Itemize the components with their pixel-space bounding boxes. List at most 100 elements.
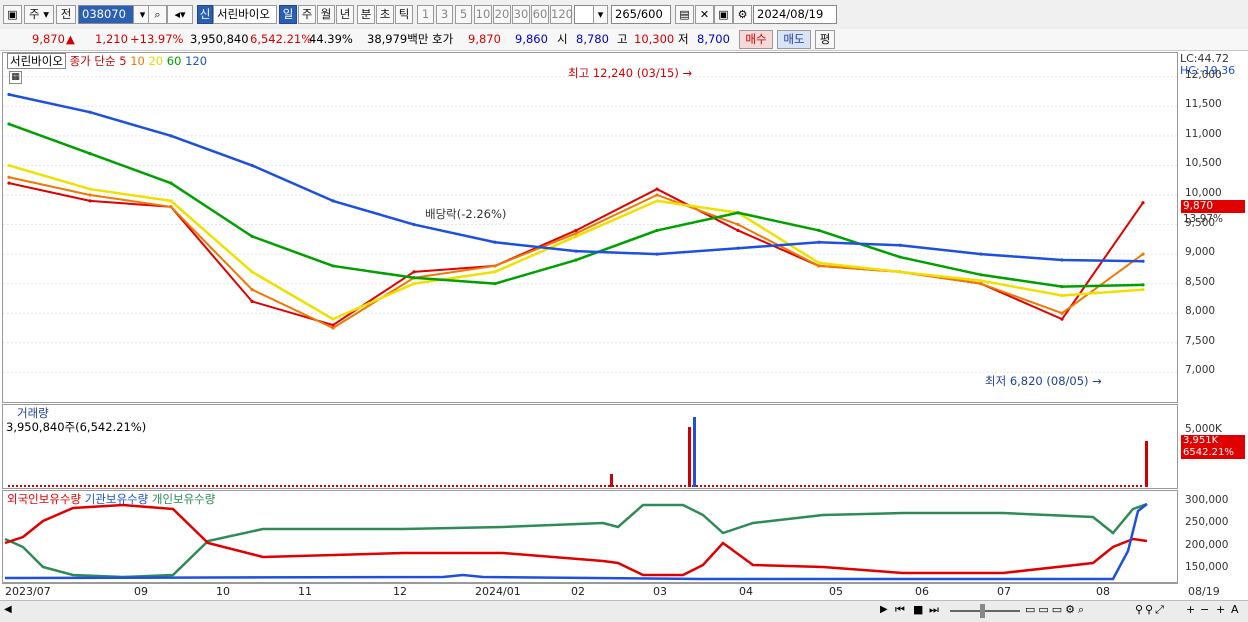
- volume-spike: [688, 427, 691, 487]
- first-icon[interactable]: ⏮: [895, 603, 905, 617]
- minute-5-button[interactable]: 5: [455, 5, 472, 24]
- low-label: 저: [678, 32, 689, 46]
- date-label: 03: [653, 585, 667, 598]
- menu-icon[interactable]: ▣: [3, 5, 22, 24]
- volume-bar: [952, 485, 954, 487]
- date-label: 12: [393, 585, 407, 598]
- minute-120-button[interactable]: 120: [550, 5, 573, 24]
- save-icon[interactable]: ▣: [714, 5, 733, 24]
- volume-bar: [788, 485, 790, 487]
- volume-bar: [980, 485, 982, 487]
- ma5-point: [250, 299, 254, 304]
- ma20-legend: 20: [148, 54, 164, 68]
- volume-bar: [560, 485, 562, 487]
- scroll-right-icon[interactable]: ▶: [880, 604, 888, 615]
- up-arrow-icon: ▲: [66, 32, 75, 46]
- grid-toggle-icon[interactable]: ▦: [9, 71, 22, 84]
- period-second-tab[interactable]: 초: [376, 5, 394, 24]
- type2-button[interactable]: 전: [56, 5, 76, 24]
- volume-chart-svg[interactable]: [3, 405, 1177, 488]
- type-select[interactable]: 주 ▾: [24, 5, 54, 24]
- minute-20-button[interactable]: 20: [493, 5, 511, 24]
- ma10-point: [250, 287, 254, 292]
- volume-bar: [32, 485, 34, 487]
- volume-bar: [696, 485, 698, 487]
- text-size-icon[interactable]: A: [1231, 603, 1239, 616]
- holdings-pane[interactable]: 외국인보유수량 기관보유수량 개인보유수량: [2, 490, 1178, 583]
- minute-60-button[interactable]: 60: [531, 5, 549, 24]
- count-field[interactable]: 265/600: [611, 5, 671, 24]
- zoom-in-icon[interactable]: +: [1186, 603, 1195, 616]
- volume-bar: [908, 485, 910, 487]
- type-label: 주: [28, 7, 40, 21]
- period-minute-tab[interactable]: 분: [357, 5, 375, 24]
- volume-bar: [112, 485, 114, 487]
- volume-bar: [376, 485, 378, 487]
- zoom-slider-handle[interactable]: [980, 604, 985, 618]
- period-day-tab[interactable]: 일: [279, 5, 297, 24]
- volume-bar: [48, 485, 50, 487]
- ma120-point: [1141, 259, 1145, 263]
- volume-bar: [92, 485, 94, 487]
- zoom-plus-icon[interactable]: +: [1216, 603, 1225, 616]
- minute-10-button[interactable]: 10: [474, 5, 492, 24]
- price-axis: LC:44.72 HC:-19.36 12,000 11,500 11,000 10,…: [1179, 52, 1246, 403]
- volume-bar: [288, 485, 290, 487]
- volume-bar: [456, 485, 458, 487]
- volume-bar: [552, 485, 554, 487]
- high-annotation: 최고 12,240 (03/15) →: [568, 66, 693, 80]
- volume-bar: [384, 485, 386, 487]
- stop-icon[interactable]: ■: [913, 603, 923, 616]
- period-week-tab[interactable]: 주: [298, 5, 316, 24]
- layout-icons[interactable]: ▭▭▭⚙⌕: [1025, 603, 1087, 617]
- volume-bar: [428, 485, 430, 487]
- inst-holding-line: [4, 503, 1148, 581]
- volume-bar: [360, 485, 362, 487]
- sell-button[interactable]: 매도: [777, 30, 811, 49]
- period-month-tab[interactable]: 월: [317, 5, 335, 24]
- code-input[interactable]: 038070: [78, 5, 134, 24]
- date-field[interactable]: 2024/08/19: [753, 5, 837, 24]
- ma20-point: [1060, 293, 1064, 298]
- period-tick-tab[interactable]: 틱: [395, 5, 413, 24]
- minute-1-button[interactable]: 1: [417, 5, 434, 24]
- scroll-left-icon[interactable]: ◀: [4, 604, 12, 615]
- zoom-icons[interactable]: ⚲⚲⤢: [1135, 603, 1166, 617]
- eval-button[interactable]: 평: [815, 30, 835, 49]
- amount-value: 38,979백만: [367, 32, 429, 46]
- volume-value-label: 3,950,840주(6,542.21%): [6, 420, 147, 434]
- volume-pane[interactable]: 거래량 3,950,840주(6,542.21%): [2, 404, 1178, 489]
- last-icon[interactable]: ⏭: [929, 603, 939, 617]
- price-chart-svg[interactable]: [3, 53, 1177, 402]
- volume-bar: [76, 485, 78, 487]
- volume-bar: [864, 485, 866, 487]
- chevron-down-icon[interactable]: ▾: [593, 5, 608, 24]
- ma60-point: [493, 282, 497, 286]
- speaker-icon[interactable]: ◂▾: [167, 5, 193, 24]
- volume-bar: [620, 485, 622, 487]
- volume-bar: [40, 485, 42, 487]
- zoom-slider-track[interactable]: [950, 610, 1020, 612]
- minute-30-button[interactable]: 30: [512, 5, 530, 24]
- volume-bar: [840, 485, 842, 487]
- search-icon[interactable]: ⌕: [148, 5, 167, 24]
- minute-3-button[interactable]: 3: [436, 5, 453, 24]
- gear-icon[interactable]: ⚙: [733, 5, 752, 24]
- zoom-out-icon[interactable]: −: [1200, 603, 1209, 616]
- buy-button[interactable]: 매수: [739, 30, 773, 49]
- date-axis: 2023/07 09 10 11 12 2024/01 02 03 04 05 …: [2, 583, 1178, 601]
- current-pct-tag: 13.97%: [1183, 213, 1224, 225]
- ma5-point: [412, 270, 416, 274]
- chart-tools-icon[interactable]: ▤: [675, 5, 694, 24]
- price-chart-pane[interactable]: 서린바이오 종가 단순 5 10 20 60 120 ▦ 최고 12,240 (…: [2, 52, 1178, 403]
- volume-bar: [744, 485, 746, 487]
- volume-bar: [964, 485, 966, 487]
- crosshair-icon[interactable]: ✕: [695, 5, 714, 24]
- volume-bar: [248, 485, 250, 487]
- volume-bar: [524, 485, 526, 487]
- volume-bar: [1084, 485, 1086, 487]
- volume-bar: [1004, 485, 1006, 487]
- period-year-tab[interactable]: 년: [336, 5, 354, 24]
- date-label: 06: [915, 585, 929, 598]
- volume-bar: [472, 485, 474, 487]
